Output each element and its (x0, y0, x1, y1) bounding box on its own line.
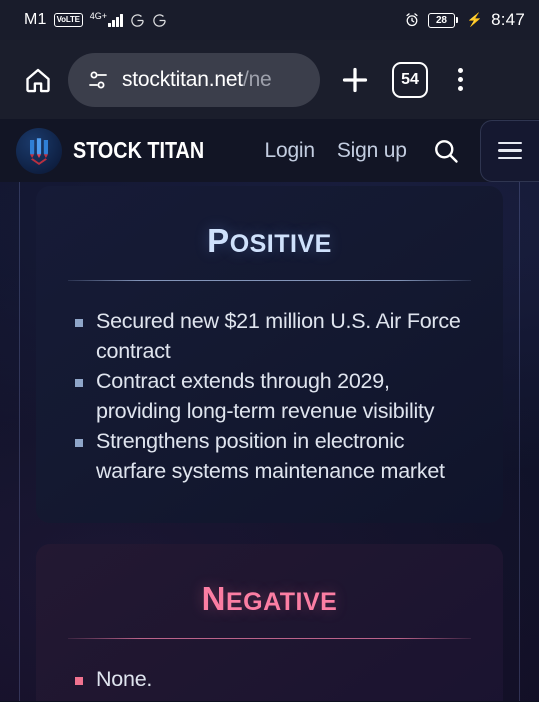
list-item: None. (70, 665, 477, 695)
tune-sliders-icon[interactable] (86, 68, 110, 92)
signup-link[interactable]: Sign up (337, 139, 407, 163)
address-bar[interactable]: stocktitan.net/ne (68, 52, 320, 107)
status-bar-right-group: 28 ⚡ 8:47 (404, 10, 525, 30)
home-icon[interactable] (16, 58, 60, 102)
positive-card-title: POSITIVE (62, 224, 477, 257)
browser-toolbar: stocktitan.net/ne 54 (0, 40, 539, 119)
stock-titan-logo-icon[interactable] (16, 127, 62, 174)
list-item: Contract extends through 2029, providing… (70, 367, 477, 426)
new-tab-button[interactable] (332, 57, 378, 103)
content-right-rule (519, 182, 520, 701)
status-bar-left-group: M1 VoLTE 4G+ (24, 11, 167, 29)
page-content: POSITIVE Secured new $21 million U.S. Ai… (0, 182, 539, 701)
network-type-label: 4G+ (89, 11, 108, 21)
negative-card: NEGATIVE None. (36, 544, 503, 701)
battery-indicator: 28 (427, 12, 458, 28)
positive-card: POSITIVE Secured new $21 million U.S. Ai… (36, 186, 503, 523)
positive-bullet-list: Secured new $21 million U.S. Air Force c… (70, 307, 477, 486)
android-status-bar: M1 VoLTE 4G+ 28 ⚡ 8:47 (0, 0, 539, 40)
negative-card-divider (68, 638, 471, 639)
list-item: Strengthens position in electronic warfa… (70, 427, 477, 486)
positive-title-rest: OSITIVE (229, 230, 332, 258)
content-left-rule (19, 182, 20, 701)
address-bar-text[interactable]: stocktitan.net/ne (122, 68, 272, 92)
list-item: Secured new $21 million U.S. Air Force c… (70, 307, 477, 366)
negative-title-rest: EGATIVE (225, 588, 338, 616)
positive-card-divider (68, 280, 471, 281)
negative-bullet-list: None. (70, 665, 477, 695)
clock-label: 8:47 (491, 10, 525, 29)
g-icon (130, 13, 145, 28)
hamburger-menu-icon[interactable] (479, 119, 539, 182)
url-host: stocktitan.net (122, 67, 243, 91)
carrier-label: M1 (24, 11, 47, 28)
battery-level-label: 28 (427, 12, 455, 28)
site-header: STOCK TITAN Login Sign up (0, 119, 539, 182)
negative-card-title: NEGATIVE (62, 582, 477, 615)
alarm-clock-icon (404, 12, 420, 28)
phone-screen: M1 VoLTE 4G+ 28 ⚡ 8:47 stocktitan.net/ne… (0, 0, 539, 702)
search-icon[interactable] (429, 134, 463, 168)
positive-title-cap: P (207, 222, 230, 259)
signal-strength-bars (108, 13, 123, 27)
url-path: /ne (242, 67, 272, 91)
login-link[interactable]: Login (264, 139, 315, 163)
battery-tip (455, 17, 458, 23)
g-icon (152, 13, 167, 28)
tab-counter-button[interactable]: 54 (392, 61, 428, 98)
brand-label[interactable]: STOCK TITAN (73, 137, 204, 164)
volte-badge: VoLTE (53, 13, 83, 27)
charging-bolt-icon: ⚡ (466, 12, 484, 27)
signal-bars-icon: 4G+ (89, 11, 123, 27)
negative-title-cap: N (201, 580, 226, 617)
kebab-menu-icon[interactable] (440, 58, 480, 102)
